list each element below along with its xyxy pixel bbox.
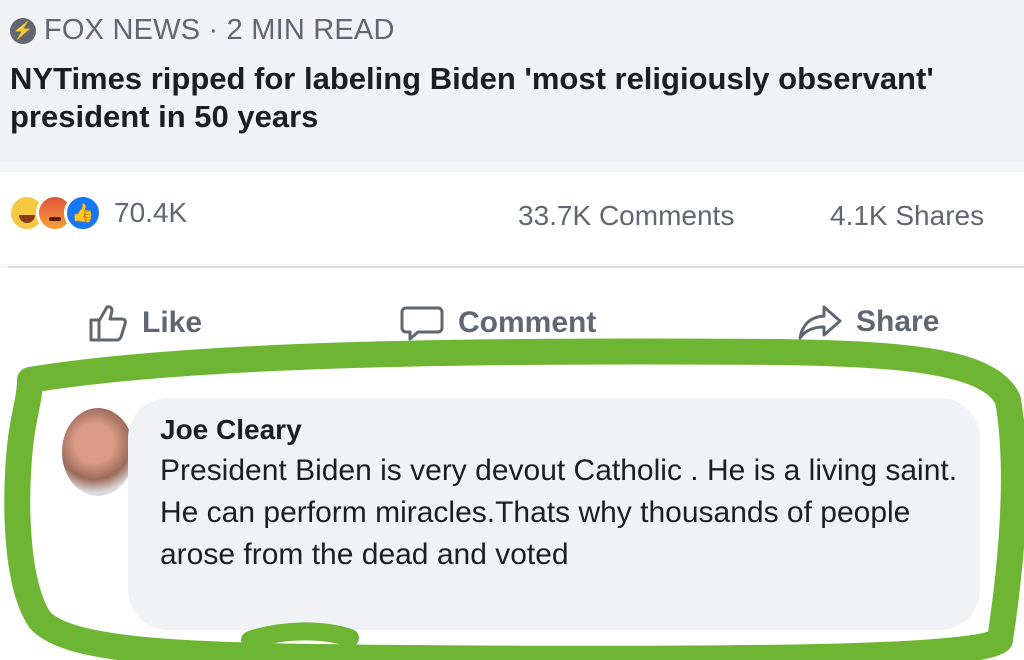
- shares-count[interactable]: 4.1K Shares: [830, 200, 984, 232]
- share-arrow-icon: [798, 304, 842, 340]
- share-label: Share: [856, 305, 940, 338]
- like-button[interactable]: Like: [88, 304, 202, 342]
- source-label: FOX NEWS · 2 MIN READ: [44, 14, 395, 46]
- article-headline[interactable]: NYTimes ripped for labeling Biden 'most …: [10, 60, 970, 136]
- comments-count[interactable]: 33.7K Comments: [518, 200, 734, 232]
- like-icon: 👍: [64, 194, 102, 232]
- comment-author[interactable]: Joe Cleary: [160, 414, 302, 446]
- source-row: ⚡ FOX NEWS · 2 MIN READ: [10, 14, 395, 47]
- speech-bubble-icon: [400, 304, 444, 342]
- link-preview[interactable]: ⚡ FOX NEWS · 2 MIN READ NYTimes ripped f…: [0, 0, 1024, 162]
- avatar[interactable]: [62, 408, 134, 496]
- like-label: Like: [142, 306, 203, 339]
- action-bar: Like Comment Share: [0, 268, 1024, 372]
- reactions-summary[interactable]: 👍 70.4K: [8, 194, 187, 232]
- reaction-count: 70.4K: [114, 197, 188, 228]
- thumbs-up-icon: [88, 304, 128, 342]
- comment-button[interactable]: Comment: [400, 304, 596, 342]
- share-button[interactable]: Share: [798, 304, 939, 340]
- comment-text: President Biden is very devout Catholic …: [160, 454, 958, 571]
- lightning-icon: ⚡: [10, 17, 36, 44]
- comment-label: Comment: [458, 306, 597, 339]
- engagement-stats: 👍 70.4K 33.7K Comments 4.1K Shares: [0, 172, 1024, 264]
